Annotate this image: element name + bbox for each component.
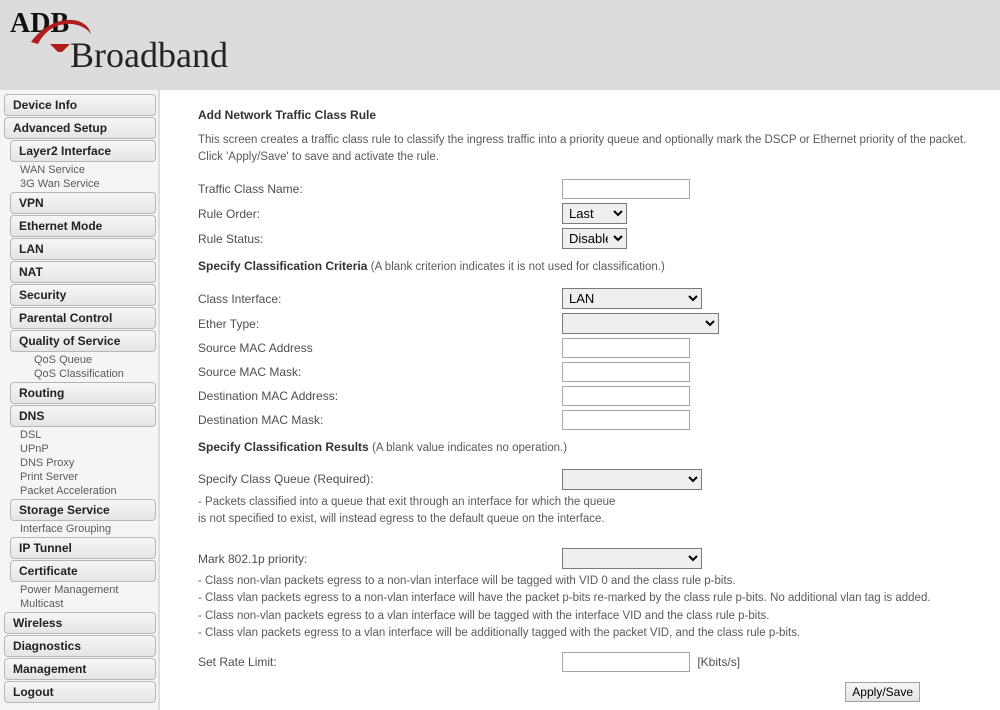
sidebar-item-ip-tunnel[interactable]: IP Tunnel (10, 537, 156, 559)
sidebar-item-dns[interactable]: DNS (10, 405, 156, 427)
label-mark-8021p: Mark 802.1p priority: (198, 546, 562, 571)
sidebar-item-nat[interactable]: NAT (10, 261, 156, 283)
sidebar-item-dns-proxy[interactable]: DNS Proxy (14, 456, 156, 470)
sidebar-item-advanced-setup[interactable]: Advanced Setup (4, 117, 156, 139)
label-set-rate: Set Rate Limit: (198, 650, 562, 674)
label-spec-queue: Specify Class Queue (Required): (198, 467, 562, 492)
sidebar-item-device-info[interactable]: Device Info (4, 94, 156, 116)
p-note-2: - Class non-vlan packets egress to a vla… (198, 610, 769, 622)
sidebar-item-dsl[interactable]: DSL (14, 428, 156, 442)
sidebar-item-eth-mode[interactable]: Ethernet Mode (10, 215, 156, 237)
logo-adb-text: ADB (10, 8, 69, 40)
sidebar-item-lan[interactable]: LAN (10, 238, 156, 260)
sidebar-item-qos[interactable]: Quality of Service (10, 330, 156, 352)
sidebar-item-storage[interactable]: Storage Service (10, 499, 156, 521)
rule-status-select[interactable]: Disable (562, 228, 627, 249)
apply-save-button[interactable]: Apply/Save (845, 682, 920, 702)
mark-8021p-select[interactable] (562, 548, 702, 569)
label-traffic-class-name: Traffic Class Name: (198, 177, 562, 201)
sidebar-item-qos-class[interactable]: QoS Classification (28, 367, 156, 381)
label-class-interface: Class Interface: (198, 286, 562, 311)
sidebar-item-certificate[interactable]: Certificate (10, 560, 156, 582)
sidebar-item-parental[interactable]: Parental Control (10, 307, 156, 329)
label-src-mac: Source MAC Address (198, 336, 562, 360)
src-mac-input[interactable] (562, 338, 690, 358)
page-title: Add Network Traffic Class Rule (198, 108, 980, 122)
sidebar-item-layer2[interactable]: Layer2 Interface (10, 140, 156, 162)
sidebar-item-wireless[interactable]: Wireless (4, 612, 156, 634)
content-pane: Add Network Traffic Class Rule This scre… (160, 90, 1000, 710)
logo-broadband-text: Broadband (70, 34, 228, 76)
label-ether-type: Ether Type: (198, 311, 562, 336)
dst-mac-input[interactable] (562, 386, 690, 406)
sidebar-item-diagnostics[interactable]: Diagnostics (4, 635, 156, 657)
rate-unit: [Kbits/s] (693, 655, 740, 669)
label-rule-status: Rule Status: (198, 226, 562, 251)
sidebar-item-security[interactable]: Security (10, 284, 156, 306)
results-head-text: Specify Classification Results (198, 440, 369, 454)
sidebar-item-routing[interactable]: Routing (10, 382, 156, 404)
sidebar-item-management[interactable]: Management (4, 658, 156, 680)
sidebar-item-multicast[interactable]: Multicast (14, 597, 156, 611)
results-heading: Specify Classification Results (A blank … (198, 440, 980, 457)
queue-note-line1: - Packets classified into a queue that e… (198, 496, 615, 508)
page-intro: This screen creates a traffic class rule… (198, 132, 980, 165)
criteria-heading: Specify Classification Criteria (A blank… (198, 259, 980, 276)
sidebar-item-upnp[interactable]: UPnP (14, 442, 156, 456)
sidebar-item-logout[interactable]: Logout (4, 681, 156, 703)
ether-type-select[interactable] (562, 313, 719, 334)
traffic-class-name-input[interactable] (562, 179, 690, 199)
sidebar-item-qos-queue[interactable]: QoS Queue (28, 353, 156, 367)
label-src-mac-mask: Source MAC Mask: (198, 360, 562, 384)
sidebar-item-if-group[interactable]: Interface Grouping (14, 522, 156, 536)
criteria-help-text: (A blank criterion indicates it is not u… (371, 261, 665, 273)
label-dst-mac-mask: Destination MAC Mask: (198, 408, 562, 432)
sidebar-item-3g-wan[interactable]: 3G Wan Service (14, 177, 156, 191)
queue-note-line2: is not specified to exist, will instead … (198, 513, 605, 525)
header: ADB Broadband (0, 0, 1000, 90)
criteria-head-text: Specify Classification Criteria (198, 259, 367, 273)
set-rate-input[interactable] (562, 652, 690, 672)
rule-order-select[interactable]: Last (562, 203, 627, 224)
spec-queue-select[interactable] (562, 469, 702, 490)
sidebar-item-print-server[interactable]: Print Server (14, 470, 156, 484)
p-note-1: - Class vlan packets egress to a non-vla… (198, 592, 931, 604)
sidebar-item-power[interactable]: Power Management (14, 583, 156, 597)
p-notes: - Class non-vlan packets egress to a non… (198, 573, 938, 642)
src-mac-mask-input[interactable] (562, 362, 690, 382)
label-dst-mac: Destination MAC Address: (198, 384, 562, 408)
brand-logo: ADB Broadband (10, 8, 228, 76)
p-note-3: - Class vlan packets egress to a vlan in… (198, 627, 800, 639)
results-help-text: (A blank value indicates no operation.) (372, 442, 567, 454)
sidebar-item-wan-service[interactable]: WAN Service (14, 163, 156, 177)
queue-note: - Packets classified into a queue that e… (198, 494, 938, 529)
p-note-0: - Class non-vlan packets egress to a non… (198, 575, 736, 587)
sidebar-item-pkt-accel[interactable]: Packet Acceleration (14, 484, 156, 498)
label-rule-order: Rule Order: (198, 201, 562, 226)
dst-mac-mask-input[interactable] (562, 410, 690, 430)
sidebar: Device Info Advanced Setup Layer2 Interf… (0, 90, 160, 710)
class-interface-select[interactable]: LAN (562, 288, 702, 309)
sidebar-item-vpn[interactable]: VPN (10, 192, 156, 214)
